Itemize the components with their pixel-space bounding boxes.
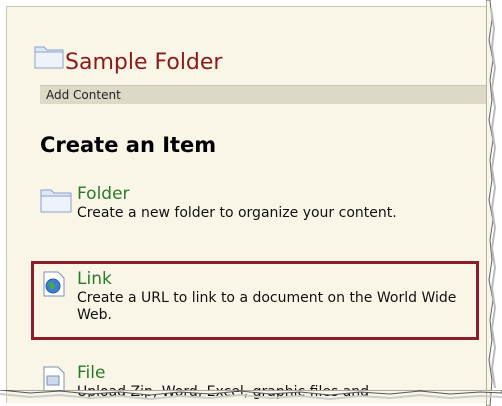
- folder-icon: [40, 189, 72, 213]
- add-content-link[interactable]: Add Content: [46, 88, 121, 102]
- content-panel: Sample Folder Add Content Create an Item…: [6, 6, 491, 403]
- create-file-link[interactable]: File: [77, 363, 105, 383]
- create-item-heading: Create an Item: [40, 133, 217, 157]
- file-icon: [43, 366, 65, 392]
- folder-icon: [34, 46, 64, 69]
- create-folder-link[interactable]: Folder: [77, 184, 130, 204]
- action-bar: Add Content: [40, 85, 491, 104]
- highlight-box: [31, 261, 479, 340]
- torn-edge-right: [486, 0, 497, 406]
- create-folder-description: Create a new folder to organize your con…: [77, 205, 397, 221]
- folder-title: Sample Folder: [65, 50, 223, 75]
- torn-edge-bottom: [0, 390, 502, 401]
